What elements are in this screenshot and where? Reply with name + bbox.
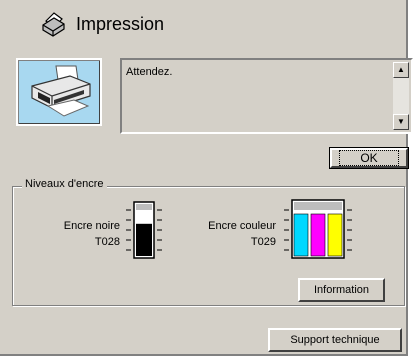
black-ink-code: T028 bbox=[94, 236, 120, 248]
support-technique-button[interactable]: Support technique bbox=[268, 328, 402, 352]
printer-status-window: Impression Attendez. ▲ ▼ OK Niveaux d'en… bbox=[0, 0, 413, 356]
support-button-label: Support technique bbox=[290, 334, 380, 346]
color-ink-name: Encre couleur bbox=[208, 220, 276, 232]
color-ink-code: T029 bbox=[250, 236, 276, 248]
black-ink-label: Encre noire T028 bbox=[54, 218, 120, 250]
printer-icon bbox=[42, 12, 65, 37]
window-title: Impression bbox=[76, 13, 165, 34]
information-button-label: Information bbox=[313, 284, 370, 296]
ok-button[interactable]: OK bbox=[329, 147, 409, 169]
status-message-box: Attendez. ▲ ▼ bbox=[120, 58, 413, 134]
black-ink-cartridge-icon bbox=[126, 201, 162, 259]
ok-button-label: OK bbox=[339, 150, 399, 166]
information-button[interactable]: Information bbox=[298, 278, 385, 302]
color-ink-label: Encre couleur T029 bbox=[198, 218, 276, 250]
color-ink-cartridge-icon bbox=[284, 199, 352, 259]
scroll-up-icon[interactable]: ▲ bbox=[393, 62, 409, 78]
vertical-scrollbar[interactable]: ▲ ▼ bbox=[393, 62, 409, 130]
printer-icon bbox=[31, 65, 91, 117]
printer-illustration bbox=[16, 58, 102, 126]
status-message: Attendez. bbox=[126, 66, 173, 78]
scroll-down-icon[interactable]: ▼ bbox=[393, 114, 409, 130]
title-row: Impression bbox=[40, 10, 164, 38]
black-ink-name: Encre noire bbox=[63, 220, 120, 232]
ink-levels-group-label: Niveaux d'encre bbox=[22, 178, 107, 190]
